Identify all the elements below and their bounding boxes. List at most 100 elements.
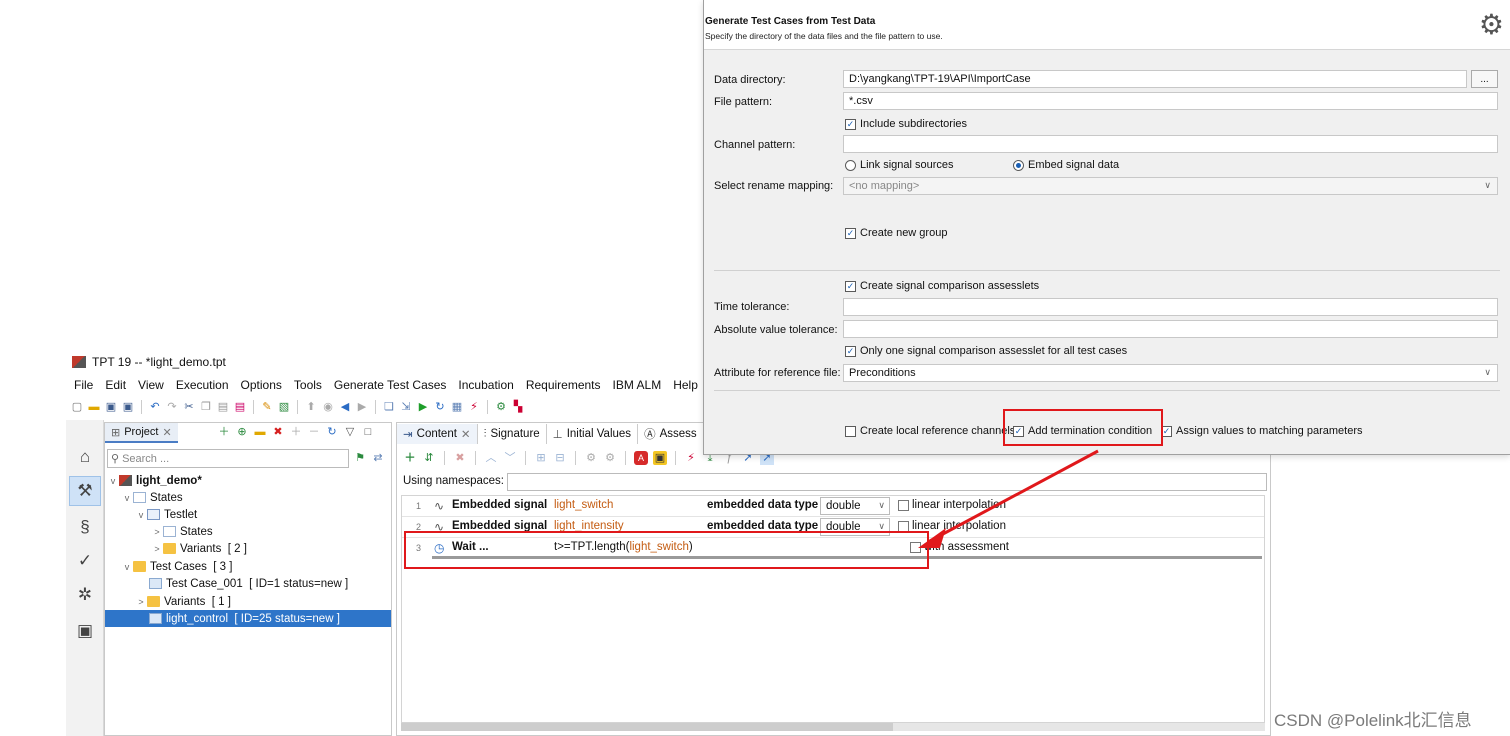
chevron-right-icon[interactable]: > bbox=[151, 527, 163, 537]
delete-icon[interactable]: ✖ bbox=[271, 425, 285, 439]
image-icon[interactable]: ▧ bbox=[277, 400, 291, 414]
horizontal-scrollbar[interactable] bbox=[401, 723, 1265, 731]
menu-file[interactable]: File bbox=[66, 378, 97, 392]
save-yellow-icon[interactable]: ▣ bbox=[653, 451, 667, 465]
edit-icon[interactable]: ✎ bbox=[260, 400, 274, 414]
linear-interpolation-checkbox[interactable]: linear interpolation bbox=[898, 499, 1006, 511]
tab-project[interactable]: ⊞ Project ✕ bbox=[105, 423, 178, 443]
assessment-check-icon[interactable]: ✓ bbox=[69, 546, 101, 576]
close-icon[interactable]: ✕ bbox=[162, 426, 171, 439]
up-circle-icon[interactable]: ⬆ bbox=[304, 400, 318, 414]
menu-help[interactable]: Help bbox=[665, 378, 702, 392]
save-icon[interactable]: ▣ bbox=[104, 400, 118, 414]
undo-icon[interactable]: ↶ bbox=[148, 400, 162, 414]
paste-icon[interactable]: ▤ bbox=[216, 400, 230, 414]
link-editor-icon[interactable]: ⇄ bbox=[371, 451, 385, 465]
time-tolerance-field[interactable] bbox=[843, 298, 1498, 316]
collapse-all-icon[interactable]: ⊟ bbox=[553, 451, 567, 465]
chevron-down-icon[interactable]: v bbox=[121, 493, 133, 503]
close-icon[interactable]: ✕ bbox=[461, 427, 471, 441]
rename-mapping-select[interactable]: <no mapping> ∨ bbox=[843, 177, 1498, 195]
tree-item-root[interactable]: v light_demo* bbox=[105, 472, 391, 489]
chevron-right-icon[interactable]: > bbox=[151, 544, 163, 554]
bug-icon[interactable]: ✲ bbox=[69, 580, 101, 610]
menu-view[interactable]: View bbox=[130, 378, 168, 392]
tree-item-variants[interactable]: > Variants [ 1 ] bbox=[105, 593, 391, 610]
chevron-right-icon[interactable]: > bbox=[135, 597, 147, 607]
channel-pattern-field[interactable] bbox=[843, 135, 1498, 153]
menu-generate-test-cases[interactable]: Generate Test Cases bbox=[326, 378, 451, 392]
refresh-icon[interactable]: ↻ bbox=[433, 400, 447, 414]
copy-test-icon[interactable]: ❏ bbox=[382, 400, 396, 414]
add-testcase-icon[interactable]: ＋ bbox=[217, 425, 231, 439]
requirements-icon[interactable]: § bbox=[69, 512, 101, 542]
add-folder-icon[interactable]: ▬ bbox=[253, 425, 267, 439]
checkbox-box[interactable]: ✓ bbox=[845, 345, 856, 357]
open-folder-icon[interactable]: ▬ bbox=[87, 400, 101, 414]
delete-step-icon[interactable]: ✖ bbox=[453, 451, 467, 465]
chevron-down-icon[interactable]: v bbox=[107, 476, 119, 486]
scrollbar-thumb[interactable] bbox=[401, 723, 893, 731]
settings-icon[interactable]: ⚙ bbox=[494, 400, 508, 414]
only-one-assesslet-checkbox[interactable]: ✓ Only one signal comparison assesslet f… bbox=[845, 345, 1127, 357]
step-row[interactable]: 1 ∿ Embedded signal light_switch embedde… bbox=[402, 496, 1264, 517]
checkbox-box[interactable]: ✓ bbox=[845, 118, 856, 130]
link-signal-sources-radio[interactable]: Link signal sources bbox=[845, 159, 954, 171]
include-subdirectories-checkbox[interactable]: ✓ Include subdirectories bbox=[845, 118, 967, 130]
radio-button[interactable] bbox=[845, 159, 856, 171]
checkbox-box[interactable] bbox=[845, 425, 856, 437]
redo-icon[interactable]: ↷ bbox=[165, 400, 179, 414]
tab-content[interactable]: ⇥ Content ✕ bbox=[397, 424, 478, 444]
checkbox-box[interactable] bbox=[898, 520, 909, 532]
move-up-icon[interactable]: ︿ bbox=[484, 451, 498, 465]
tree-item-testlet-variants[interactable]: > Variants [ 2 ] bbox=[105, 540, 391, 557]
expand-icon[interactable]: ＋ bbox=[289, 425, 303, 439]
add-step-icon[interactable]: ＋ bbox=[403, 451, 417, 465]
menu-tools[interactable]: Tools bbox=[286, 378, 326, 392]
move-down-icon[interactable]: ﹀ bbox=[503, 451, 517, 465]
back-circle-icon[interactable]: ◉ bbox=[321, 400, 335, 414]
expand-all-icon[interactable]: ⊞ bbox=[534, 451, 548, 465]
create-new-group-checkbox[interactable]: ✓ Create new group bbox=[845, 227, 947, 239]
chevron-down-icon[interactable]: v bbox=[135, 510, 147, 520]
import-icon[interactable]: ⇲ bbox=[399, 400, 413, 414]
paste-special-icon[interactable]: ▤ bbox=[233, 400, 247, 414]
chevron-down-icon[interactable]: v bbox=[121, 562, 133, 572]
gear-icon[interactable]: ⚙ bbox=[584, 451, 598, 465]
cut-icon[interactable]: ✂ bbox=[182, 400, 196, 414]
tree-item-testlet-states[interactable]: > States bbox=[105, 523, 391, 540]
matrix-icon[interactable]: ▚ bbox=[511, 400, 525, 414]
sync-icon[interactable]: ↻ bbox=[325, 425, 339, 439]
collapse-icon[interactable]: － bbox=[307, 425, 321, 439]
abs-tolerance-field[interactable] bbox=[843, 320, 1498, 338]
browse-button[interactable]: ... bbox=[1471, 70, 1498, 88]
local-reference-channels-checkbox[interactable]: Create local reference channels bbox=[845, 425, 1015, 437]
data-type-select[interactable]: double ∨ bbox=[820, 497, 890, 515]
tree-item-testlet[interactable]: v Testlet bbox=[105, 506, 391, 523]
checkbox-box[interactable]: ✓ bbox=[845, 227, 856, 239]
data-directory-field[interactable]: D:\yangkang\TPT-19\API\ImportCase bbox=[843, 70, 1467, 88]
radio-button[interactable] bbox=[1013, 159, 1024, 171]
file-pattern-field[interactable]: *.csv bbox=[843, 92, 1498, 110]
menu-execution[interactable]: Execution bbox=[168, 378, 233, 392]
filter-icon[interactable]: ⚑ bbox=[353, 451, 367, 465]
probe-icon[interactable]: ⚡ bbox=[467, 400, 481, 414]
report-icon[interactable]: ▦ bbox=[450, 400, 464, 414]
signal-comparison-checkbox[interactable]: ✓ Create signal comparison assesslets bbox=[845, 280, 1039, 292]
signal-name[interactable]: light_switch bbox=[554, 499, 613, 511]
view-menu-icon[interactable]: ▽ bbox=[343, 425, 357, 439]
namespaces-input[interactable] bbox=[507, 473, 1267, 491]
add-testlet-icon[interactable]: ⊕ bbox=[235, 425, 249, 439]
signal-probe-icon[interactable]: ⚡ bbox=[684, 451, 698, 465]
tab-signature[interactable]: ⫶ Signature bbox=[478, 424, 547, 444]
new-file-icon[interactable]: ▢ bbox=[70, 400, 84, 414]
tree-item-test-case-001[interactable]: Test Case_001 [ ID=1 status=new ] bbox=[105, 575, 391, 592]
tools-icon[interactable]: ⚒ bbox=[69, 476, 101, 506]
assign-values-checkbox[interactable]: ✓ Assign values to matching parameters bbox=[1161, 425, 1362, 437]
tree-item-test-cases[interactable]: v Test Cases [ 3 ] bbox=[105, 558, 391, 575]
nav-forward-icon[interactable]: ▶ bbox=[355, 400, 369, 414]
reference-attribute-select[interactable]: Preconditions ∨ bbox=[843, 364, 1498, 382]
tree-item-states[interactable]: v States bbox=[105, 489, 391, 506]
embed-signal-data-radio[interactable]: Embed signal data bbox=[1013, 159, 1119, 171]
home-icon[interactable]: ⌂ bbox=[69, 442, 101, 472]
